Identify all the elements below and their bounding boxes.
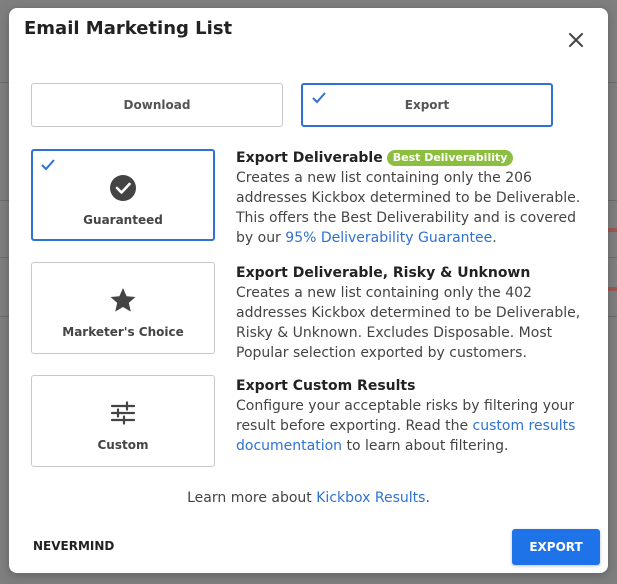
check-icon <box>41 159 55 171</box>
nevermind-button[interactable]: NEVERMIND <box>33 536 123 556</box>
option-guaranteed-title: Export Deliverable <box>236 150 383 166</box>
tab-export[interactable]: Export <box>301 83 553 127</box>
option-guaranteed-label: Guaranteed <box>83 213 163 227</box>
tab-download[interactable]: Download <box>31 83 283 127</box>
option-marketers-choice-label: Marketer's Choice <box>62 325 184 339</box>
option-guaranteed-text-end: . <box>492 230 497 246</box>
tab-export-label: Export <box>404 98 450 112</box>
kickbox-results-link[interactable]: Kickbox Results <box>316 490 425 506</box>
option-custom[interactable]: Custom <box>31 375 215 467</box>
option-custom-text-end: to learn about filtering. <box>342 438 509 454</box>
background-status-mark <box>607 287 617 291</box>
option-custom-title: Export Custom Results <box>236 378 416 394</box>
learn-more-line: Learn more about Kickbox Results. <box>9 490 608 506</box>
check-icon <box>312 92 326 104</box>
option-marketers-choice-description: Export Deliverable, Risky & Unknown Crea… <box>236 263 588 363</box>
option-guaranteed-description: Export Deliverable Best Deliverability Cr… <box>236 148 588 248</box>
best-deliverability-badge: Best Deliverability <box>386 150 514 166</box>
modal-title: Email Marketing List <box>24 18 233 39</box>
option-custom-description: Export Custom Results Configure your acc… <box>236 376 588 456</box>
star-icon <box>110 288 136 312</box>
option-guaranteed[interactable]: Guaranteed <box>31 149 215 241</box>
tab-download-label: Download <box>123 98 191 112</box>
close-icon[interactable] <box>566 30 586 50</box>
export-button[interactable]: EXPORT <box>512 529 600 565</box>
export-modal: Email Marketing List Download Export Gua… <box>9 8 608 573</box>
background-status-mark <box>607 228 617 232</box>
option-marketers-choice-title: Export Deliverable, Risky & Unknown <box>236 265 531 281</box>
deliverability-guarantee-link[interactable]: 95% Deliverability Guarantee <box>285 230 492 246</box>
check-circle-icon <box>110 175 136 201</box>
learn-more-end: . <box>425 490 430 506</box>
learn-more-text: Learn more about <box>187 490 317 506</box>
option-marketers-choice[interactable]: Marketer's Choice <box>31 262 215 354</box>
option-marketers-choice-text: Creates a new list containing only the 4… <box>236 285 581 361</box>
option-custom-label: Custom <box>97 438 149 452</box>
sliders-icon <box>110 401 136 425</box>
